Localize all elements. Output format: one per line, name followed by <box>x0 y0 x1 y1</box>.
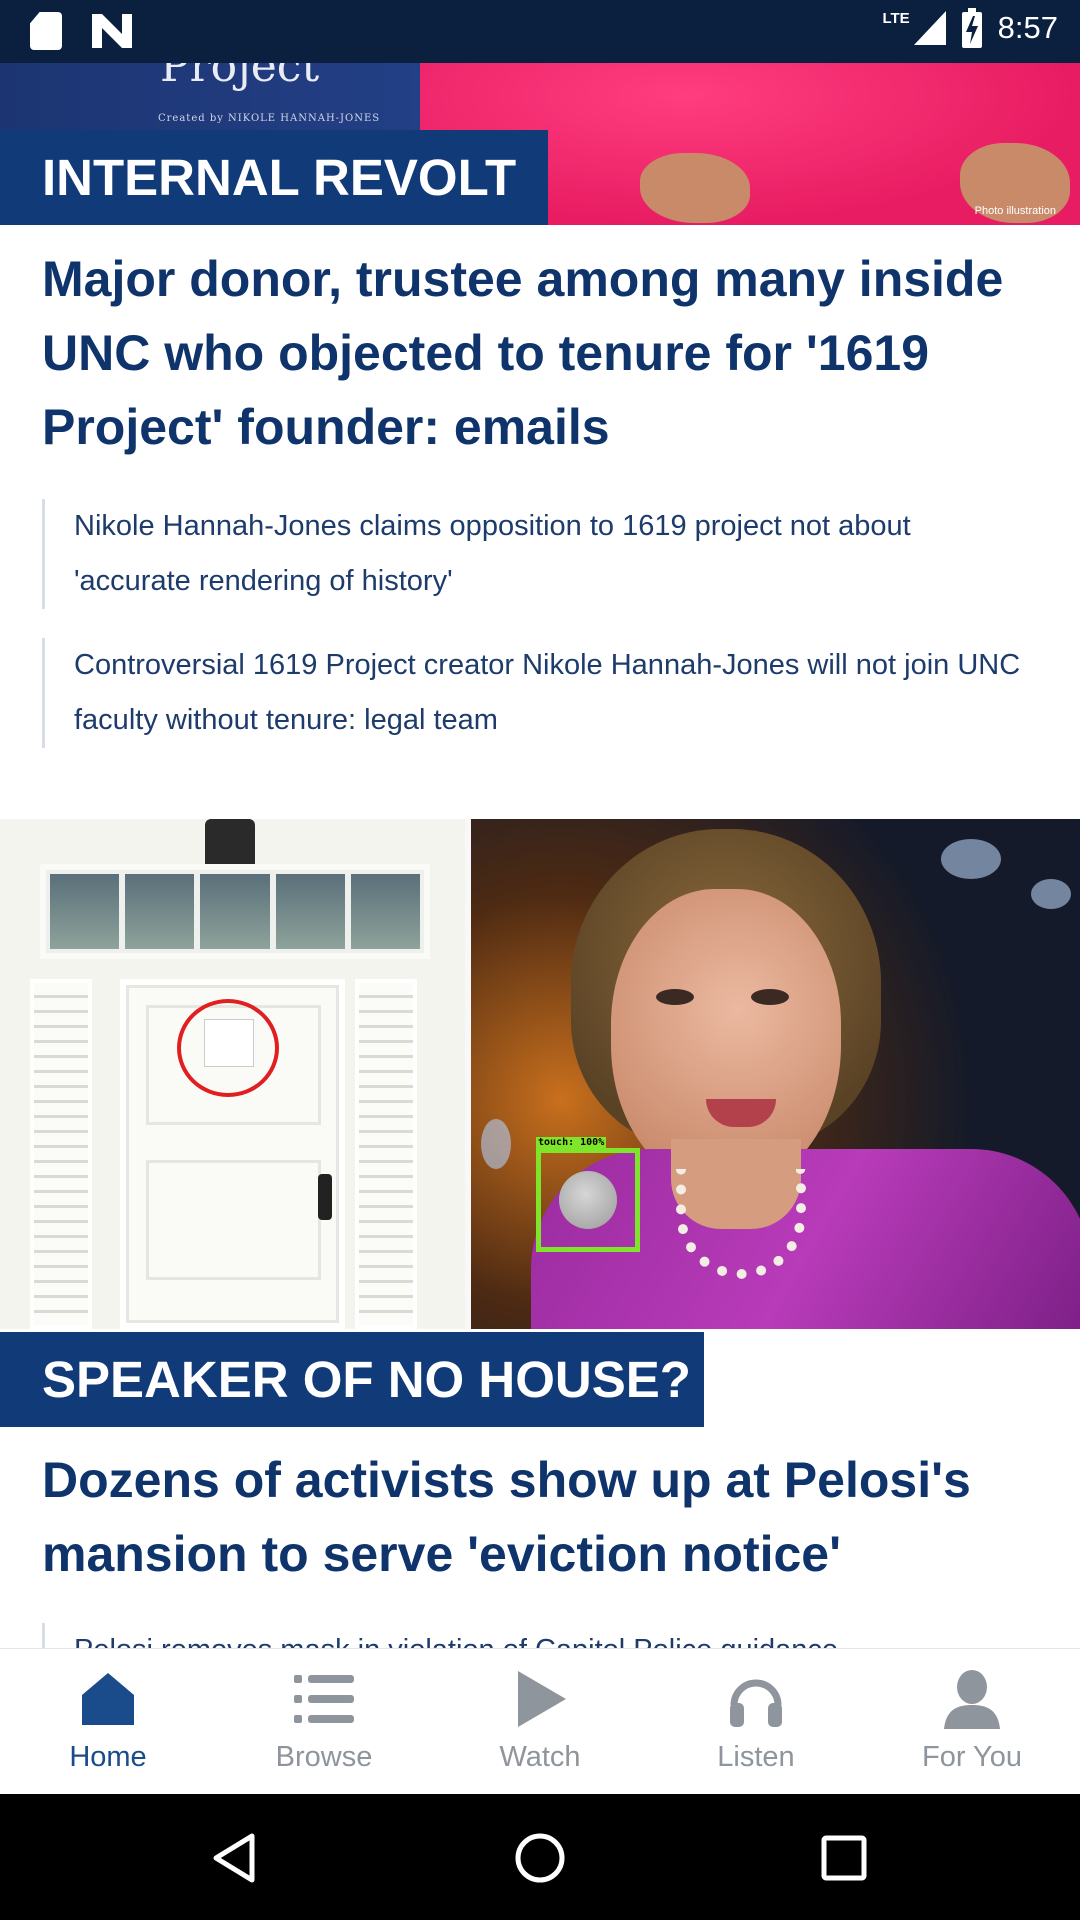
back-icon[interactable] <box>208 1830 264 1886</box>
highlight-circle <box>177 999 279 1097</box>
article-headline[interactable]: Major donor, trustee among many inside U… <box>42 242 1042 464</box>
related-link[interactable]: Nikole Hannah-Jones claims opposition to… <box>42 499 1032 609</box>
news-feed[interactable]: Project Created by NIKOLE HANNAH-JONES P… <box>0 63 1080 1648</box>
hand-graphic <box>640 153 750 223</box>
battery-charging-icon <box>961 8 982 48</box>
clock: 8:57 <box>997 10 1058 45</box>
nav-home[interactable]: Home <box>0 1649 216 1794</box>
nav-label: Listen <box>717 1741 795 1773</box>
nav-label: Home <box>69 1741 147 1773</box>
image-credit: Created by NIKOLE HANNAH-JONES <box>158 113 381 124</box>
recents-icon[interactable] <box>816 1830 872 1886</box>
related-link[interactable]: Controversial 1619 Project creator Nikol… <box>42 638 1032 748</box>
system-navigation-bar <box>0 1794 1080 1920</box>
nav-label: For You <box>922 1741 1022 1773</box>
list-icon <box>294 1675 354 1723</box>
nav-label: Watch <box>499 1741 581 1773</box>
home-button-icon[interactable] <box>512 1830 568 1886</box>
article-kicker: INTERNAL REVOLT <box>0 130 548 225</box>
home-icon <box>82 1673 134 1725</box>
news-app-icon <box>92 14 132 48</box>
nav-for-you[interactable]: For You <box>864 1649 1080 1794</box>
headphones-icon <box>730 1679 782 1727</box>
signal-icon <box>913 11 946 45</box>
nav-listen[interactable]: Listen <box>648 1649 864 1794</box>
bottom-navigation: Home Browse Watch Listen For You <box>0 1648 1080 1794</box>
sd-card-icon <box>30 12 62 50</box>
touch-indicator <box>536 1148 640 1252</box>
related-link[interactable]: Pelosi removes mask in violation of Capi… <box>42 1623 1032 1648</box>
status-bar: LTE 8:57 <box>0 0 1080 63</box>
article-headline[interactable]: Dozens of activists show up at Pelosi's … <box>42 1443 1042 1591</box>
play-icon <box>518 1671 566 1727</box>
image-caption-text: Project <box>160 63 320 92</box>
photo-note: Photo illustration <box>974 205 1056 217</box>
article-kicker: SPEAKER OF NO HOUSE? <box>0 1332 704 1427</box>
nav-label: Browse <box>275 1741 373 1773</box>
network-type: LTE <box>882 9 910 27</box>
article-image[interactable] <box>0 819 1080 1329</box>
nav-browse[interactable]: Browse <box>216 1649 432 1794</box>
portrait-graphic <box>471 819 1080 1329</box>
person-icon <box>944 1670 1000 1729</box>
nav-watch[interactable]: Watch <box>432 1649 648 1794</box>
